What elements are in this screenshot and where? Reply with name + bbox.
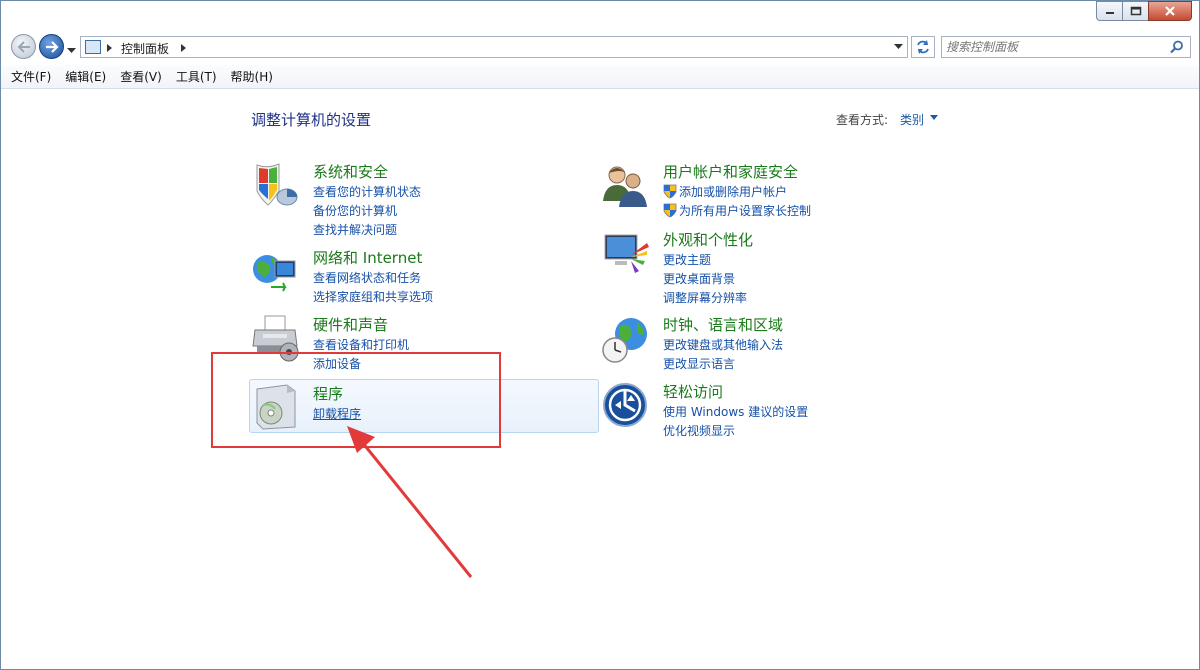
network-icon[interactable] [251, 247, 301, 297]
arrow-right-icon [45, 40, 59, 53]
link-change-theme[interactable]: 更改主题 [663, 250, 747, 269]
category-user-accounts: 用户帐户和家庭安全 添加或删除用户帐户 为所有用户设置家长控制 [601, 161, 941, 221]
shield-icon[interactable] [251, 161, 301, 211]
category-system-security: 系统和安全 查看您的计算机状态 备份您的计算机 查找并解决问题 [251, 161, 591, 239]
category-links: 查看网络状态和任务 选择家庭组和共享选项 [313, 268, 433, 306]
menu-tools[interactable]: 工具(T) [176, 68, 217, 85]
maximize-button[interactable] [1122, 1, 1148, 21]
close-button[interactable] [1148, 1, 1192, 21]
forward-button[interactable] [39, 34, 64, 59]
menu-help[interactable]: 帮助(H) [231, 68, 273, 85]
category-title[interactable]: 硬件和声音 [313, 314, 388, 335]
category-clock-region: 时钟、语言和区域 更改键盘或其他输入法 更改显示语言 [601, 314, 941, 374]
search-icon[interactable] [1170, 40, 1184, 54]
category-title[interactable]: 外观和个性化 [663, 229, 753, 250]
uac-shield-icon [663, 184, 677, 199]
category-ease-access: 轻松访问 使用 Windows 建议的设置 优化视频显示 [601, 381, 941, 441]
category-links: 更改主题 更改桌面背景 调整屏幕分辨率 [663, 250, 747, 307]
back-button[interactable] [11, 34, 36, 59]
link-screen-resolution[interactable]: 调整屏幕分辨率 [663, 288, 747, 307]
category-links: 使用 Windows 建议的设置 优化视频显示 [663, 402, 808, 440]
link-troubleshoot[interactable]: 查找并解决问题 [313, 220, 421, 239]
link-network-status[interactable]: 查看网络状态和任务 [313, 268, 433, 287]
category-title[interactable]: 网络和 Internet [313, 247, 422, 268]
menu-edit[interactable]: 编辑(E) [65, 68, 106, 85]
monitor-icon[interactable] [601, 229, 651, 279]
minimize-button[interactable] [1096, 1, 1122, 21]
annotation-highlight-box [211, 352, 501, 448]
category-title[interactable]: 轻松访问 [663, 381, 723, 402]
link-change-background[interactable]: 更改桌面背景 [663, 269, 747, 288]
chevron-down-icon[interactable] [930, 115, 938, 120]
link-add-remove-accounts[interactable]: 添加或删除用户帐户 [663, 182, 811, 201]
ease-of-access-icon[interactable] [601, 381, 651, 431]
link-change-keyboard[interactable]: 更改键盘或其他输入法 [663, 335, 783, 354]
category-links: 更改键盘或其他输入法 更改显示语言 [663, 335, 783, 373]
arrow-left-icon [17, 40, 30, 53]
control-panel-window: 控制面板 文件(F) 编辑(E) 查看(V) 工具(T) 帮助(H) 调整计算机… [0, 0, 1200, 670]
view-by-label: 查看方式: [836, 113, 889, 127]
menu-bar: 文件(F) 编辑(E) 查看(V) 工具(T) 帮助(H) [1, 65, 1199, 89]
category-network-internet: 网络和 Internet 查看网络状态和任务 选择家庭组和共享选项 [251, 247, 591, 307]
search-input[interactable] [946, 39, 1166, 55]
menu-file[interactable]: 文件(F) [11, 68, 51, 85]
link-change-display-language[interactable]: 更改显示语言 [663, 354, 783, 373]
menu-view[interactable]: 查看(V) [120, 68, 162, 85]
navigation-bar: 控制面板 [1, 31, 1199, 63]
category-links: 查看您的计算机状态 备份您的计算机 查找并解决问题 [313, 182, 421, 239]
link-homegroup-sharing[interactable]: 选择家庭组和共享选项 [313, 287, 433, 306]
category-links: 添加或删除用户帐户 为所有用户设置家长控制 [663, 182, 811, 220]
address-path[interactable]: 控制面板 [121, 40, 169, 57]
annotation-arrow [347, 426, 473, 578]
refresh-button[interactable] [911, 36, 935, 58]
view-by-dropdown[interactable]: 类别 [900, 111, 924, 128]
chevron-down-icon [67, 48, 76, 53]
maximize-icon [1130, 6, 1141, 16]
uac-shield-icon [663, 203, 677, 218]
chevron-right-icon[interactable] [181, 44, 187, 52]
control-panel-icon [85, 40, 101, 54]
link-windows-recommended-settings[interactable]: 使用 Windows 建议的设置 [663, 402, 808, 421]
search-box [941, 36, 1191, 58]
refresh-icon [917, 40, 929, 54]
chevron-down-icon[interactable] [894, 44, 903, 50]
chevron-right-icon[interactable] [107, 44, 113, 52]
category-title[interactable]: 用户帐户和家庭安全 [663, 161, 798, 182]
recent-pages-dropdown[interactable] [67, 43, 76, 57]
link-backup-computer[interactable]: 备份您的计算机 [313, 201, 421, 220]
close-icon [1165, 6, 1175, 16]
category-title[interactable]: 系统和安全 [313, 161, 388, 182]
link-view-computer-status[interactable]: 查看您的计算机状态 [313, 182, 421, 201]
link-parental-controls[interactable]: 为所有用户设置家长控制 [663, 201, 811, 220]
address-bar[interactable]: 控制面板 [80, 36, 908, 58]
category-title[interactable]: 时钟、语言和区域 [663, 314, 783, 335]
globe-clock-icon[interactable] [601, 314, 651, 364]
category-appearance: 外观和个性化 更改主题 更改桌面背景 调整屏幕分辨率 [601, 229, 941, 307]
page-title: 调整计算机的设置 [251, 111, 372, 129]
window-controls [1096, 1, 1192, 21]
main-content: 调整计算机的设置 查看方式: 类别 系统和安全 查看您的计算机状态 备份您的计算… [1, 89, 1199, 669]
users-icon[interactable] [601, 161, 651, 211]
link-optimize-visual-display[interactable]: 优化视频显示 [663, 421, 808, 440]
minimize-icon [1105, 12, 1114, 14]
